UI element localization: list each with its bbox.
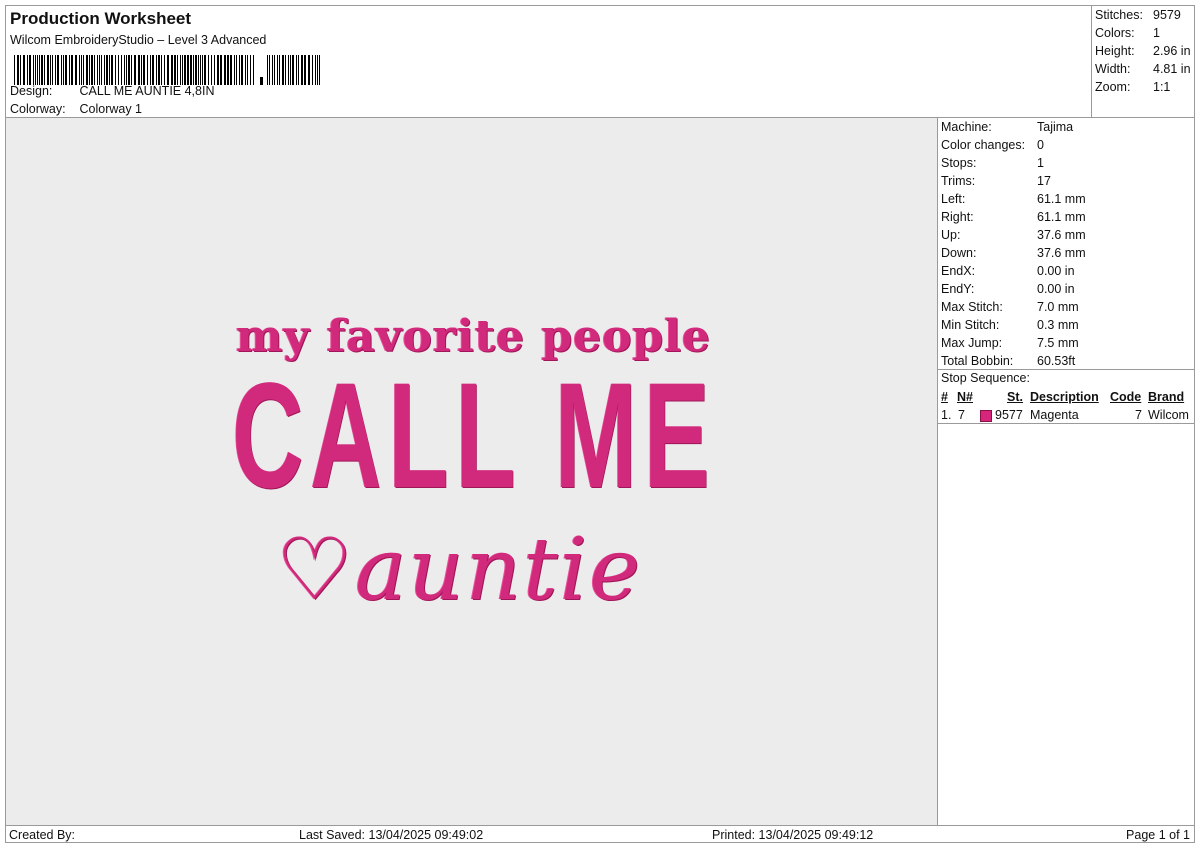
prop-row: Down: 37.6 mm (941, 246, 1086, 260)
col-st-header: St. (1007, 390, 1023, 404)
colorway-value: Colorway 1 (79, 102, 143, 116)
page-number: Page 1 of 1 (1126, 828, 1190, 842)
prop-row: EndY: 0.00 in (941, 282, 1075, 296)
worksheet-header: Production Worksheet Wilcom EmbroiderySt… (5, 5, 1092, 118)
colorway-row: Colorway: Colorway 1 (10, 102, 142, 116)
stat-row-height: Height: 2.96 in (1095, 44, 1191, 58)
divider (938, 423, 1194, 424)
prop-row: EndX: 0.00 in (941, 264, 1075, 278)
divider (938, 369, 1194, 370)
col-brand-header: Brand (1148, 390, 1185, 404)
stat-row-colors: Colors: 1 (1095, 26, 1160, 40)
colorway-label: Colorway: (10, 102, 66, 116)
software-name: Wilcom EmbroideryStudio – Level 3 Advanc… (10, 33, 267, 47)
prop-row: Max Stitch: 7.0 mm (941, 300, 1079, 314)
col-num-header: # (941, 390, 948, 404)
prop-row: Min Stitch: 0.3 mm (941, 318, 1079, 332)
page-title: Production Worksheet (10, 9, 192, 28)
design-row: Design: CALL ME AUNTIE 4,8IN (10, 84, 214, 98)
worksheet-footer: Created By: Last Saved: 13/04/2025 09:49… (5, 825, 1195, 843)
design-text-line3: ♡auntie (276, 520, 643, 620)
prop-row: Machine: Tajima (941, 120, 1074, 134)
prop-row: Trims: 17 (941, 174, 1051, 188)
prop-row: Max Jump: 7.5 mm (941, 336, 1079, 350)
prop-row: Total Bobbin: 60.53ft (941, 354, 1076, 368)
stat-row-zoom: Zoom: 1:1 (1095, 80, 1171, 94)
stats-box: Stitches: 9579 Colors: 1 Height: 2.96 in Wi… (1091, 5, 1195, 118)
barcode-image (14, 55, 320, 85)
stat-row-stitches: Stitches: 9579 (1095, 8, 1181, 22)
col-n-header: N# (957, 390, 973, 404)
prop-row: Stops: 1 (941, 156, 1044, 170)
design-value: CALL ME AUNTIE 4,8IN (79, 84, 215, 98)
prop-row: Right: 61.1 mm (941, 210, 1086, 224)
last-saved: Last Saved: 13/04/2025 09:49:02 (299, 828, 484, 842)
design-text-line2: CALL ME (232, 351, 717, 519)
stat-row-width: Width: 4.81 in (1095, 62, 1191, 76)
printed-date: Printed: 13/04/2025 09:49:12 (712, 828, 874, 842)
col-description-header: Description (1030, 390, 1099, 404)
table-row: 1. 7 9577 Magenta 7 Wilcom (941, 408, 1189, 422)
prop-row: Color changes: 0 (941, 138, 1044, 152)
stop-sequence-title: Stop Sequence: (941, 371, 1030, 385)
color-swatch (980, 410, 992, 422)
created-by: Created By: (9, 828, 76, 842)
prop-row: Up: 37.6 mm (941, 228, 1086, 242)
prop-row: Left: 61.1 mm (941, 192, 1086, 206)
properties-panel: Machine: Tajima Color changes: 0 Stops: 1 T… (937, 117, 1195, 826)
design-label: Design: (10, 84, 53, 98)
design-preview: my favorite people CALL ME ♡auntie (5, 117, 938, 826)
col-code-header: Code (1110, 390, 1142, 404)
